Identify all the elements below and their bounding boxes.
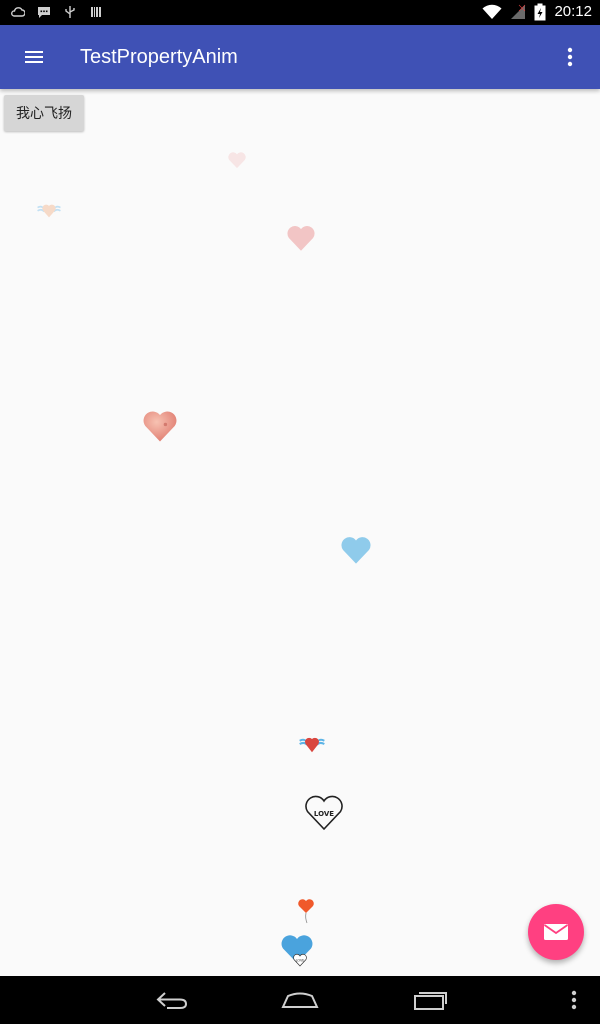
heart-pink-icon	[287, 226, 315, 251]
battery-charging-icon	[534, 3, 546, 21]
barcode-icon	[88, 4, 104, 20]
heart-light-blue-icon	[341, 537, 371, 564]
system-icons: 20:12	[482, 2, 592, 22]
menu-icon[interactable]	[20, 43, 48, 71]
navigation-bar	[0, 976, 600, 1024]
notification-icons	[10, 4, 104, 20]
recents-icon[interactable]	[408, 984, 452, 1016]
heart-pale-pink-icon	[228, 152, 246, 169]
back-icon[interactable]	[150, 984, 194, 1016]
heart-love-outline-icon: LOVE	[305, 795, 343, 831]
signal-off-icon	[510, 4, 526, 20]
email-fab-button[interactable]	[528, 904, 584, 960]
usb-icon	[62, 4, 78, 20]
more-vert-icon[interactable]	[556, 43, 584, 71]
heart-balloon-orange-icon	[298, 899, 314, 924]
heart-blue-love-icon: LOVE	[281, 935, 313, 967]
love-small-text: LOVE	[296, 959, 305, 963]
content-area: 我心飞扬 LOVE LOVE	[0, 89, 600, 976]
heart-coral-icon	[143, 411, 177, 442]
love-outline-text: LOVE	[314, 810, 334, 818]
message-icon	[36, 4, 52, 20]
cloud-icon	[10, 4, 26, 20]
email-icon	[543, 924, 569, 940]
app-bar: TestPropertyAnim	[0, 25, 600, 89]
heart-winged-light-icon	[37, 204, 61, 218]
nav-menu-icon[interactable]	[552, 984, 596, 1016]
status-bar: 20:12	[0, 0, 600, 25]
heart-winged-red-icon	[299, 737, 325, 753]
app-title: TestPropertyAnim	[80, 46, 238, 68]
home-icon[interactable]	[278, 984, 322, 1016]
fly-hearts-button[interactable]: 我心飞扬	[4, 95, 84, 131]
wifi-icon	[482, 4, 502, 20]
status-time: 20:12	[554, 3, 592, 20]
